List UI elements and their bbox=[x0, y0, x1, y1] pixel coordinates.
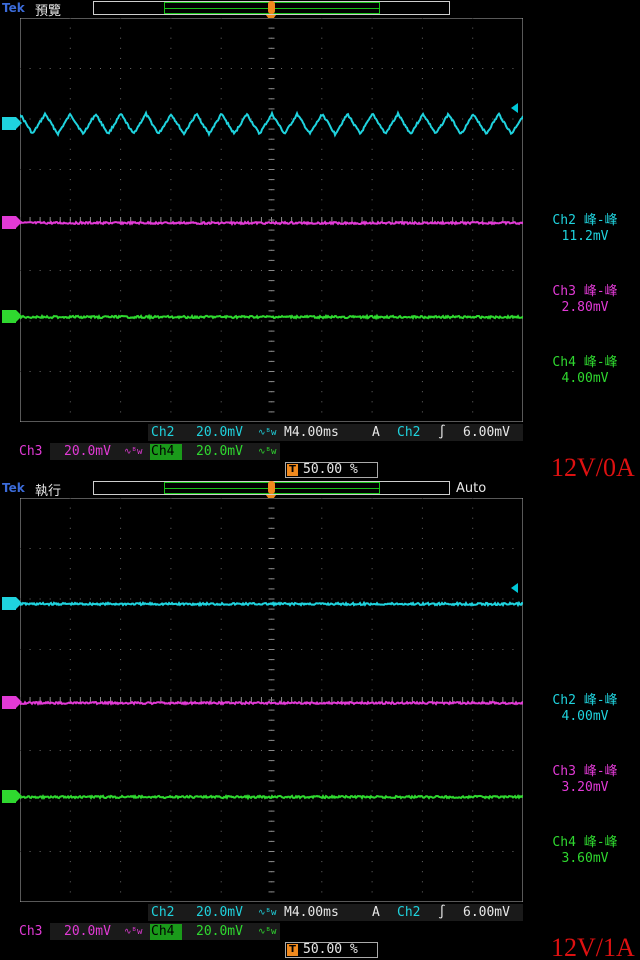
ch2-label: Ch2 bbox=[151, 425, 175, 440]
trigger-level: 6.00mV bbox=[463, 425, 510, 440]
bandwidth-icon: ∿ᴮw bbox=[258, 908, 277, 918]
bandwidth-icon: ∿ᴮw bbox=[258, 927, 277, 937]
trigger-position: 50.00 % bbox=[303, 942, 358, 957]
settings-readout: Ch2 20.0mV ∿ᴮw M4.00ms A Ch2 ∫ 6.00mV Ch… bbox=[0, 423, 640, 480]
scope-panel-bottom: Tek 執行 Auto T 2 3 4 Ch2 峰-峰 4.00mV Ch3 峰… bbox=[0, 480, 640, 960]
waveform-graticule bbox=[20, 18, 523, 422]
ch2-scale: 20.0mV bbox=[196, 905, 243, 920]
ch2-waveform bbox=[20, 600, 523, 608]
trigger-level-marker[interactable] bbox=[511, 583, 518, 593]
trigger-source: Ch2 bbox=[397, 905, 421, 920]
trigger-level-marker[interactable] bbox=[511, 103, 518, 113]
bandwidth-icon: ∿ᴮw bbox=[124, 447, 143, 457]
measurement-ch2: Ch2 峰-峰 4.00mV bbox=[552, 693, 618, 724]
measurement-ch3: Ch3 峰-峰 3.20mV bbox=[552, 764, 618, 795]
acquisition-mode: 執行 bbox=[35, 484, 62, 499]
load-condition-label: 12V/0A bbox=[551, 453, 635, 480]
ch3-waveform bbox=[20, 220, 523, 227]
trigger-source: Ch2 bbox=[397, 425, 421, 440]
brand-logo: Tek bbox=[2, 1, 25, 15]
measurement-ch2: Ch2 峰-峰 11.2mV bbox=[552, 213, 618, 244]
brand-logo: Tek bbox=[2, 481, 25, 495]
ch3-scale: 20.0mV bbox=[64, 924, 111, 939]
trigger-badge-icon: T bbox=[287, 464, 298, 476]
ch4-scale: 20.0mV bbox=[196, 444, 243, 459]
measurement-ch4: Ch4 峰-峰 3.60mV bbox=[552, 835, 618, 866]
ch2-label: Ch2 bbox=[151, 905, 175, 920]
waveform-graticule bbox=[20, 498, 523, 902]
bandwidth-icon: ∿ᴮw bbox=[258, 447, 277, 457]
trigger-mode: A bbox=[372, 905, 380, 920]
ch4-marker[interactable]: 4 bbox=[2, 310, 22, 323]
status-bar: Tek 預覽 bbox=[0, 0, 640, 19]
bandwidth-icon: ∿ᴮw bbox=[124, 927, 143, 937]
ch2-marker[interactable]: 2 bbox=[2, 117, 22, 130]
ch4-scale: 20.0mV bbox=[196, 924, 243, 939]
ch3-scale: 20.0mV bbox=[64, 444, 111, 459]
measurement-ch3: Ch3 峰-峰 2.80mV bbox=[552, 284, 618, 315]
trigger-position-icon bbox=[268, 481, 275, 494]
ch3-label: Ch3 bbox=[19, 444, 43, 459]
trigger-badge-icon: T bbox=[287, 944, 298, 956]
ch4-waveform bbox=[20, 313, 523, 321]
load-condition-label: 12V/1A bbox=[551, 933, 635, 960]
settings-readout: Ch2 20.0mV ∿ᴮw M4.00ms A Ch2 ∫ 6.00mV Ch… bbox=[0, 903, 640, 960]
ch2-marker[interactable]: 2 bbox=[2, 597, 22, 610]
timebase: M4.00ms bbox=[284, 905, 339, 920]
trigger-mode: A bbox=[372, 425, 380, 440]
trigger-slope-icon: ∫ bbox=[438, 425, 446, 440]
ch2-scale: 20.0mV bbox=[196, 425, 243, 440]
ch3-marker[interactable]: 3 bbox=[2, 696, 22, 709]
ch4-label: Ch4 bbox=[151, 924, 175, 939]
ch3-label: Ch3 bbox=[19, 924, 43, 939]
timebase: M4.00ms bbox=[284, 425, 339, 440]
trigger-slope-icon: ∫ bbox=[438, 905, 446, 920]
trigger-position: 50.00 % bbox=[303, 462, 358, 477]
ch4-label: Ch4 bbox=[151, 444, 175, 459]
trigger-position-icon bbox=[268, 1, 275, 14]
ch4-marker[interactable]: 4 bbox=[2, 790, 22, 803]
trigger-level: 6.00mV bbox=[463, 905, 510, 920]
scope-panel-top: Tek 預覽 T 2 3 4 Ch2 峰-峰 11.2mV Ch3 峰-峰 2.… bbox=[0, 0, 640, 480]
acquisition-mode: 預覽 bbox=[35, 4, 62, 19]
trigger-status: Auto bbox=[456, 481, 487, 496]
bandwidth-icon: ∿ᴮw bbox=[258, 428, 277, 438]
status-bar: Tek 執行 Auto bbox=[0, 480, 640, 499]
measurement-ch4: Ch4 峰-峰 4.00mV bbox=[552, 355, 618, 386]
ch3-marker[interactable]: 3 bbox=[2, 216, 22, 229]
